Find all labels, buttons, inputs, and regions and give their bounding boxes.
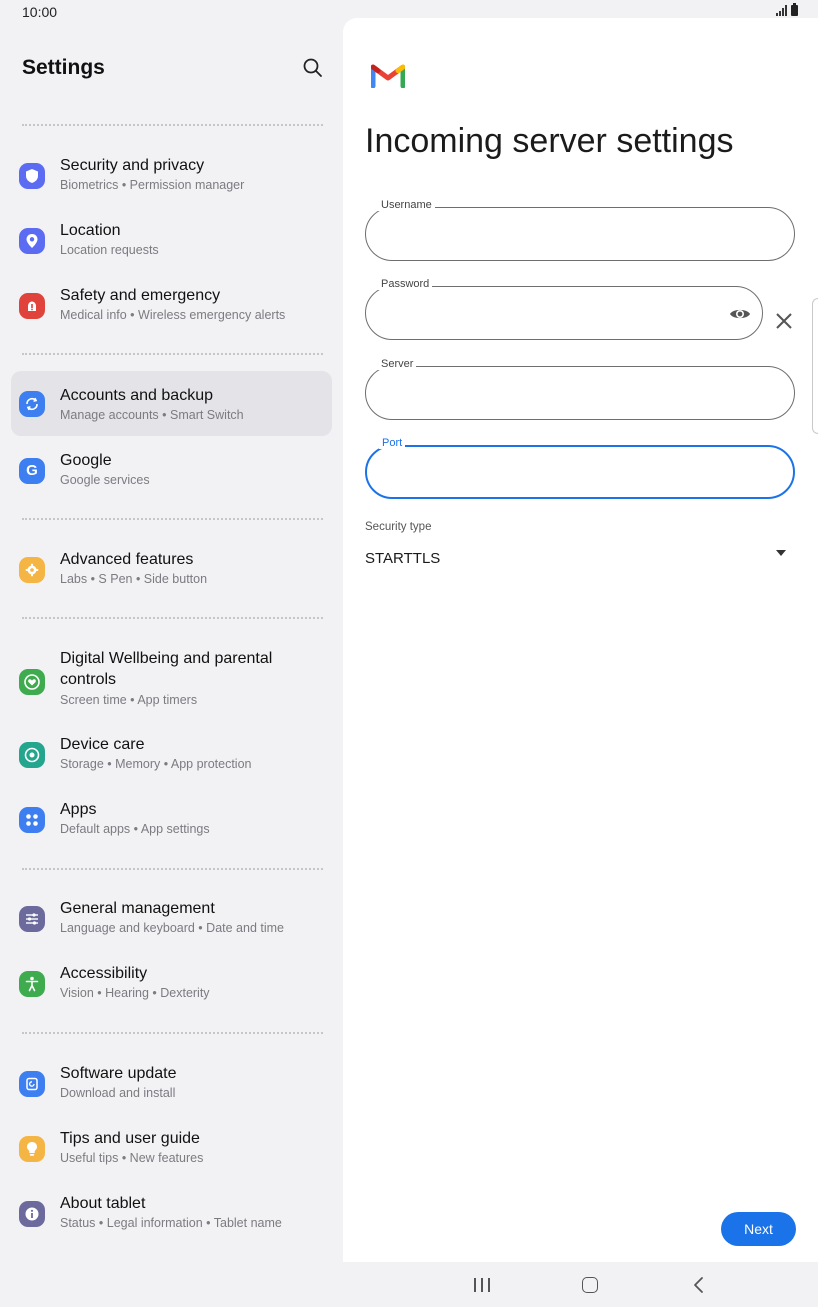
settings-item-title: Apps <box>60 801 97 818</box>
port-input[interactable] <box>383 461 724 485</box>
security-type-dropdown[interactable]: STARTTLS <box>365 550 440 567</box>
settings-item-digital-wellbeing[interactable]: Digital Wellbeing and parental controls … <box>11 638 332 725</box>
settings-item-title: Software update <box>60 1065 177 1082</box>
settings-item-title: Location <box>60 222 121 239</box>
settings-item-subtitle: Biometrics • Permission manager <box>60 178 245 192</box>
username-input[interactable] <box>382 222 725 246</box>
username-label: Username <box>378 199 435 211</box>
settings-item-advanced-features[interactable]: Advanced features Labs • S Pen • Side bu… <box>11 537 332 602</box>
server-input[interactable] <box>382 381 725 405</box>
gmail-logo-icon <box>371 64 405 88</box>
settings-item-location[interactable]: Location Location requests <box>11 208 332 273</box>
next-button[interactable]: Next <box>721 1212 796 1246</box>
accessibility-icon <box>19 970 45 997</box>
settings-item-title: Security and privacy <box>60 157 205 174</box>
incoming-server-panel: Incoming server settings Username Passwo… <box>343 18 818 1262</box>
info-icon <box>19 1200 45 1227</box>
settings-item-google[interactable]: G Google Google services <box>11 438 332 503</box>
puzzle-star-icon <box>19 556 45 583</box>
username-field[interactable]: Username <box>365 199 795 261</box>
divider <box>22 353 323 355</box>
close-icon[interactable] <box>773 310 795 332</box>
settings-item-title: About tablet <box>60 1195 146 1212</box>
password-input[interactable] <box>382 301 699 325</box>
settings-item-subtitle: Download and install <box>60 1086 176 1100</box>
settings-item-about-tablet[interactable]: About tablet Status • Legal information … <box>11 1181 332 1246</box>
settings-item-safety-emergency[interactable]: Safety and emergency Medical info • Wire… <box>11 273 332 338</box>
settings-item-subtitle: Location requests <box>60 243 159 257</box>
settings-item-security-privacy[interactable]: Security and privacy Biometrics • Permis… <box>11 143 332 208</box>
settings-item-title: Device care <box>60 736 145 753</box>
divider <box>22 1032 323 1034</box>
divider <box>22 617 323 619</box>
settings-item-software-update[interactable]: Software update Download and install <box>11 1051 332 1116</box>
lightbulb-icon <box>19 1135 45 1162</box>
port-label: Port <box>379 437 406 449</box>
settings-item-title: Digital Wellbeing and parental controls <box>60 650 273 688</box>
settings-item-subtitle: Manage accounts • Smart Switch <box>60 408 244 422</box>
back-icon[interactable] <box>690 1276 708 1294</box>
divider <box>22 124 323 126</box>
sliders-icon <box>19 905 45 932</box>
settings-item-subtitle: Google services <box>60 473 150 487</box>
settings-item-subtitle: Language and keyboard • Date and time <box>60 921 284 935</box>
settings-item-subtitle: Medical info • Wireless emergency alerts <box>60 308 286 322</box>
settings-item-subtitle: Storage • Memory • App protection <box>60 757 252 771</box>
settings-item-title: Tips and user guide <box>60 1130 200 1147</box>
settings-item-subtitle: Status • Legal information • Tablet name <box>60 1216 282 1230</box>
status-icons <box>776 3 798 16</box>
location-pin-icon <box>19 227 45 254</box>
edge-panel-handle[interactable] <box>812 298 818 434</box>
settings-item-title: Accounts and backup <box>60 387 213 404</box>
password-label: Password <box>378 278 433 290</box>
settings-item-apps[interactable]: Apps Default apps • App settings <box>11 787 332 852</box>
navigation-bar <box>0 1262 818 1307</box>
apps-grid-icon <box>19 806 45 833</box>
device-care-icon <box>19 741 45 768</box>
settings-item-title: Accessibility <box>60 965 148 982</box>
show-password-eye-icon[interactable] <box>728 302 752 326</box>
page-title: Incoming server settings <box>365 122 734 160</box>
settings-item-tips-user-guide[interactable]: Tips and user guide Useful tips • New fe… <box>11 1116 332 1181</box>
divider <box>22 518 323 520</box>
settings-item-device-care[interactable]: Device care Storage • Memory • App prote… <box>11 722 332 787</box>
settings-item-title: Safety and emergency <box>60 287 221 304</box>
software-update-icon <box>19 1070 45 1097</box>
sync-icon <box>19 390 45 417</box>
signal-icon <box>776 5 787 16</box>
wellbeing-heart-icon <box>19 668 45 695</box>
server-field[interactable]: Server <box>365 358 795 420</box>
settings-item-subtitle: Default apps • App settings <box>60 822 210 836</box>
status-time: 10:00 <box>22 4 58 20</box>
settings-item-title: Google <box>60 452 112 469</box>
security-type-label: Security type <box>365 521 432 533</box>
settings-item-subtitle: Labs • S Pen • Side button <box>60 572 208 586</box>
home-icon[interactable] <box>582 1277 598 1293</box>
settings-item-subtitle: Screen time • App timers <box>60 693 198 707</box>
recent-apps-icon[interactable] <box>474 1278 490 1292</box>
emergency-icon <box>19 292 45 319</box>
search-icon[interactable] <box>301 56 325 80</box>
settings-item-subtitle: Vision • Hearing • Dexterity <box>60 986 210 1000</box>
divider <box>22 868 323 870</box>
settings-item-subtitle: Useful tips • New features <box>60 1151 204 1165</box>
google-icon: G <box>19 457 45 484</box>
dropdown-arrow-icon[interactable] <box>775 549 787 557</box>
settings-item-accessibility[interactable]: Accessibility Vision • Hearing • Dexteri… <box>11 951 332 1016</box>
settings-title: Settings <box>22 56 105 79</box>
settings-item-general-management[interactable]: General management Language and keyboard… <box>11 886 332 951</box>
password-field[interactable]: Password <box>365 278 763 340</box>
server-label: Server <box>378 358 417 370</box>
shield-icon <box>19 162 45 189</box>
battery-icon <box>791 3 798 16</box>
settings-item-accounts-backup[interactable]: Accounts and backup Manage accounts • Sm… <box>11 371 332 436</box>
settings-item-title: Advanced features <box>60 551 194 568</box>
settings-panel: Settings Security and privacy Biometrics… <box>0 22 343 1262</box>
port-field[interactable]: Port <box>365 437 795 499</box>
settings-item-title: General management <box>60 900 215 917</box>
